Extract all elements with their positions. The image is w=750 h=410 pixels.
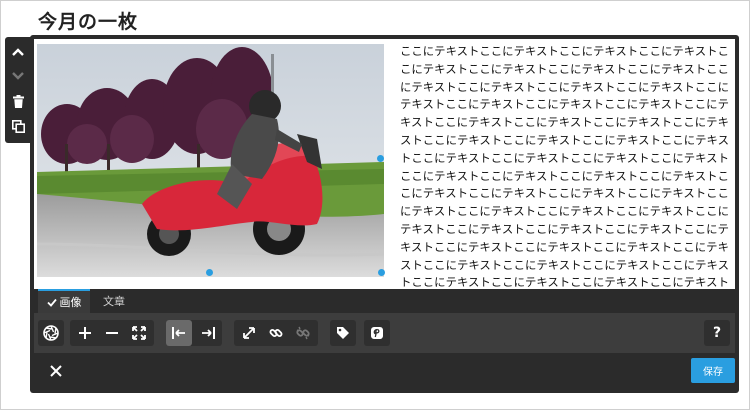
filter-button[interactable] xyxy=(38,320,64,346)
link-button[interactable] xyxy=(263,320,289,346)
tab-text-label: 文章 xyxy=(103,295,125,308)
help-button[interactable]: ? xyxy=(704,320,730,346)
move-up-button[interactable] xyxy=(5,40,31,64)
editor-footer: 保存 xyxy=(34,353,735,389)
align-right-icon xyxy=(202,327,215,339)
tab-image-label: 画像 xyxy=(59,296,82,309)
checkmark-icon xyxy=(46,298,57,307)
tool-group-help: ? xyxy=(704,320,730,346)
align-left-icon xyxy=(172,327,185,339)
minus-icon xyxy=(106,332,118,334)
help-icon: ? xyxy=(712,325,722,341)
block-body-text[interactable]: ここにテキストここにテキストここにテキストここにテキストここにテキストここにテキ… xyxy=(400,43,734,328)
link-icon xyxy=(269,329,283,337)
tool-group-link xyxy=(234,320,318,346)
block-content-area: ここにテキストここにテキストここにテキストここにテキストここにテキストここにテキ… xyxy=(34,39,735,325)
fit-icon xyxy=(132,326,146,340)
tool-group-pinterest xyxy=(364,320,390,346)
block-side-toolbar xyxy=(5,37,31,143)
page-title: 今月の一枚 xyxy=(38,11,139,33)
image-text-block-editor: ここにテキストここにテキストここにテキストここにテキストここにテキストここにテキ… xyxy=(30,35,739,393)
unlink-icon xyxy=(296,326,310,340)
zoom-out-button[interactable] xyxy=(99,320,125,346)
block-tabs: 画像 文章 xyxy=(34,289,735,313)
fullsize-button[interactable] xyxy=(236,320,262,346)
tag-icon xyxy=(337,327,349,339)
delete-block-button[interactable] xyxy=(5,89,31,113)
duplicate-icon xyxy=(11,119,25,133)
move-down-button[interactable] xyxy=(5,64,31,88)
tab-text[interactable]: 文章 xyxy=(94,289,134,313)
tool-group-zoom xyxy=(70,320,154,346)
tag-button[interactable] xyxy=(330,320,356,346)
aperture-icon xyxy=(43,325,59,341)
tool-group-filter xyxy=(38,320,64,346)
pinterest-icon xyxy=(371,327,383,339)
align-right-button[interactable] xyxy=(195,320,221,346)
pinterest-button[interactable] xyxy=(364,320,390,346)
plus-icon xyxy=(79,327,91,339)
block-photo[interactable] xyxy=(37,44,384,277)
save-button[interactable]: 保存 xyxy=(691,358,735,383)
tool-group-align xyxy=(166,320,222,346)
chevron-down-icon xyxy=(12,72,24,80)
close-icon xyxy=(50,365,62,377)
tab-image[interactable]: 画像 xyxy=(38,289,90,313)
scooter-photo-image xyxy=(37,44,384,277)
resize-handle-bottom[interactable] xyxy=(206,269,213,276)
expand-icon xyxy=(243,327,255,339)
image-toolbar: ? xyxy=(34,313,735,353)
unlink-button[interactable] xyxy=(290,320,316,346)
align-left-button[interactable] xyxy=(166,320,192,346)
resize-handle-right[interactable] xyxy=(377,155,384,162)
fit-image-button[interactable] xyxy=(126,320,152,346)
trash-icon xyxy=(12,94,24,108)
resize-handle-corner[interactable] xyxy=(378,269,385,276)
tool-group-tag xyxy=(330,320,356,346)
duplicate-block-button[interactable] xyxy=(5,114,31,138)
close-button[interactable] xyxy=(46,361,66,381)
chevron-up-icon xyxy=(12,48,24,56)
zoom-in-button[interactable] xyxy=(72,320,98,346)
